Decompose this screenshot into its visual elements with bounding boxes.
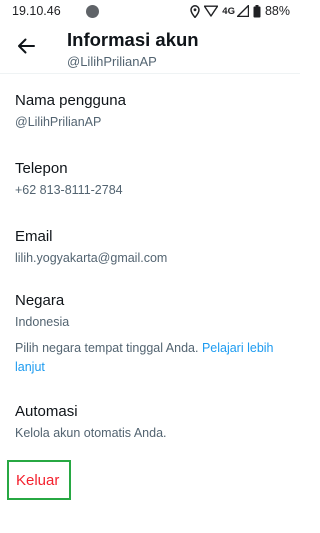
- battery-percent: 88%: [264, 4, 290, 18]
- country-note: Pilih negara tempat tinggal Anda. Pelaja…: [15, 339, 285, 376]
- country-note-text: Pilih negara tempat tinggal Anda.: [15, 341, 202, 355]
- logout-button[interactable]: Keluar: [7, 460, 71, 500]
- arrow-left-icon: [17, 38, 35, 59]
- status-time: 19.10.46: [12, 4, 61, 18]
- country-value: Indonesia: [15, 315, 70, 329]
- country-label: Negara: [15, 292, 65, 309]
- notification-dot-icon: [86, 5, 99, 18]
- back-button[interactable]: [10, 32, 42, 64]
- page-title: Informasi akun: [67, 29, 199, 50]
- wifi-icon: [204, 5, 219, 17]
- battery-icon: [253, 4, 261, 18]
- automation-value: Kelola akun otomatis Anda.: [15, 426, 167, 440]
- username-value: @LilihPrilianAP: [15, 115, 102, 129]
- phone-label: Telepon: [15, 160, 68, 177]
- username-label: Nama pengguna: [15, 92, 126, 109]
- location-icon: [190, 4, 201, 18]
- email-value: lilih.yogyakarta@gmail.com: [15, 251, 168, 265]
- automation-label: Automasi: [15, 403, 78, 420]
- email-setting[interactable]: Email lilih.yogyakarta@gmail.com: [15, 228, 285, 266]
- country-setting[interactable]: Negara Indonesia: [15, 292, 285, 330]
- signal-icon: [236, 5, 249, 17]
- app-header: Informasi akun @LilihPrilianAP: [0, 22, 300, 74]
- username-setting[interactable]: Nama pengguna @LilihPrilianAP: [15, 92, 285, 130]
- email-label: Email: [15, 228, 53, 245]
- status-icons: 4G 88%: [190, 3, 290, 19]
- automation-setting[interactable]: Automasi Kelola akun otomatis Anda.: [15, 403, 285, 441]
- status-bar: 19.10.46 4G 88%: [0, 0, 300, 22]
- header-username: @LilihPrilianAP: [67, 54, 157, 69]
- network-type-label: 4G: [222, 5, 235, 17]
- phone-value: +62 813-8111-2784: [15, 183, 123, 197]
- phone-setting[interactable]: Telepon +62 813-8111-2784: [15, 160, 285, 198]
